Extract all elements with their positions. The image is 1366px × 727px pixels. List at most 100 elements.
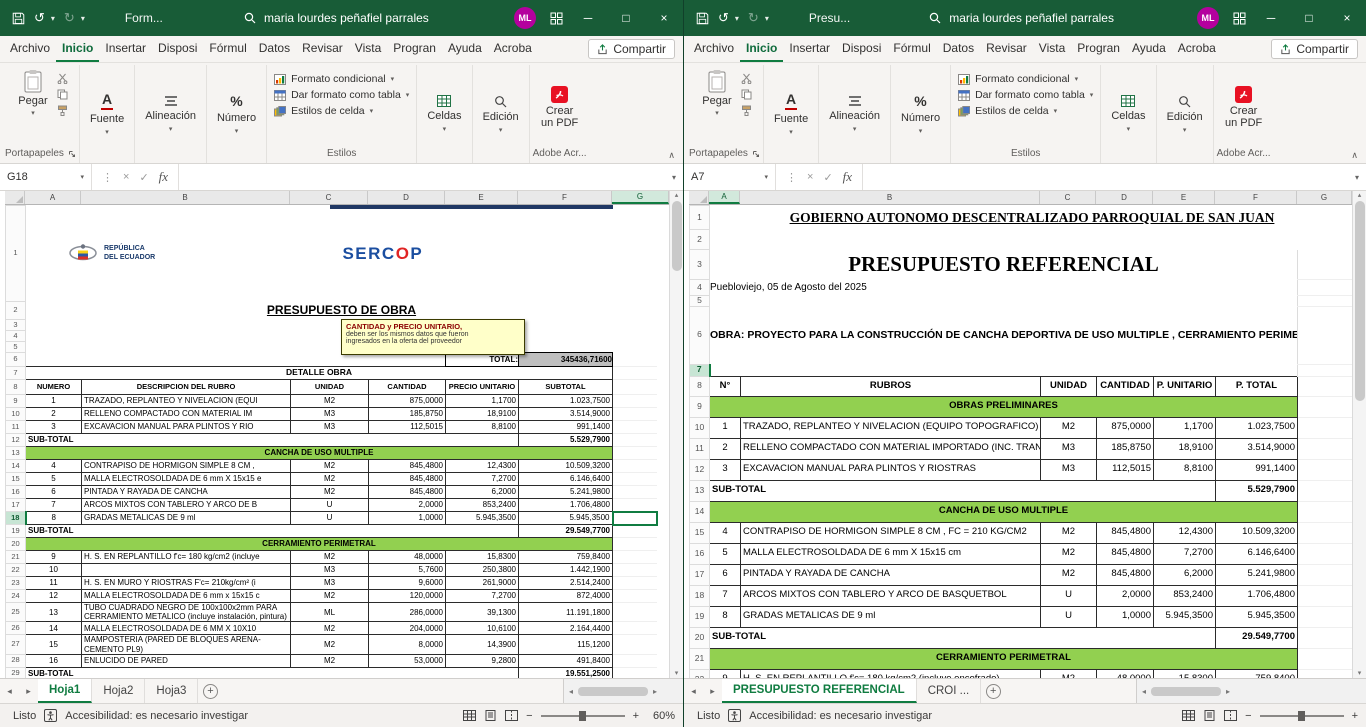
ribbon-tab-disposi[interactable]: Disposi [836, 36, 887, 62]
row-number[interactable]: 6 [6, 353, 26, 367]
cell-styles-button[interactable]: Estilos de celda ▾ [958, 105, 1093, 117]
subtotal-value[interactable]: 19.551,2500 [519, 667, 613, 678]
copy-icon[interactable] [57, 89, 68, 100]
alineacion-button[interactable]: Alineación ▾ [138, 88, 203, 140]
qat-customize-icon[interactable]: ▾ [765, 14, 769, 23]
ribbon-tab-frmul[interactable]: Fórmul [887, 36, 936, 62]
cell-empty[interactable] [1298, 306, 1353, 364]
cell-precio[interactable]: 12,4300 [1154, 522, 1216, 543]
cell-numero[interactable]: 6 [710, 564, 741, 585]
cell-empty[interactable] [1298, 250, 1353, 280]
cell-subtotal[interactable]: 10.509,3200 [1216, 522, 1298, 543]
cell-subtotal[interactable]: 6.146,6400 [519, 473, 613, 486]
formula-bar-expand-icon[interactable]: ▾ [665, 164, 683, 190]
qat-customize-icon[interactable]: ▾ [81, 14, 85, 23]
zoom-slider-thumb[interactable] [1298, 711, 1305, 721]
row-number[interactable]: 17 [6, 499, 26, 512]
cell-numero[interactable]: 9 [710, 669, 741, 678]
scroll-up-icon[interactable]: ▴ [1358, 191, 1362, 199]
select-all-corner[interactable] [689, 191, 709, 204]
maximize-button[interactable]: □ [607, 0, 645, 36]
header-descripcion[interactable]: DESCRIPCION DEL RUBRO [82, 380, 291, 395]
cell-empty[interactable] [1298, 364, 1353, 376]
ribbon-tab-insertar[interactable]: Insertar [783, 36, 836, 62]
cell-subtotal[interactable]: 872,4000 [519, 590, 613, 603]
cell-unidad[interactable]: M2 [291, 460, 369, 473]
cell-subtotal[interactable]: 991,1400 [519, 421, 613, 434]
cell-descripcion[interactable]: GRADAS METALICAS DE 9 ml [82, 512, 291, 525]
cell-subtotal[interactable]: 5.241,9800 [1216, 564, 1298, 585]
cell-numero[interactable]: 13 [26, 603, 82, 622]
ribbon-tab-ayuda[interactable]: Ayuda [442, 36, 488, 62]
cell-descripcion[interactable]: TRAZADO, REPLANTEO Y NIVELACION (EQUIPO … [741, 417, 1041, 438]
section-label[interactable]: CANCHA DE USO MULTIPLE [26, 447, 613, 460]
col-header-g[interactable]: G [612, 191, 669, 204]
row-number[interactable]: 3 [6, 320, 26, 331]
search-box[interactable]: maria lourdes peñafiel parrales [163, 11, 510, 25]
hscroll-thumb[interactable] [1151, 687, 1221, 696]
cell-subtotal[interactable]: 1.442,1900 [519, 564, 613, 577]
cell-unidad[interactable]: M2 [1041, 543, 1097, 564]
subtotal-value[interactable]: 5.529,7900 [1216, 480, 1298, 501]
collapse-ribbon-icon[interactable]: ∧ [1351, 150, 1358, 161]
cell-cantidad[interactable]: 845,4800 [369, 460, 446, 473]
vertical-scrollbar[interactable]: ▴ ▾ [1352, 191, 1366, 678]
col-header-c[interactable]: C [290, 191, 368, 204]
header-unidad[interactable]: UNIDAD [291, 380, 369, 395]
sheet-tab[interactable]: PRESUPUESTO REFERENCIAL [722, 679, 917, 703]
select-all-corner[interactable] [5, 191, 25, 204]
cell-unidad[interactable]: M2 [1041, 669, 1097, 678]
cell-cantidad[interactable]: 112,5015 [369, 421, 446, 434]
page-break-view-icon[interactable] [505, 710, 518, 721]
cell-cantidad[interactable]: 875,0000 [1097, 417, 1154, 438]
ribbon-tab-revisar[interactable]: Revisar [296, 36, 349, 62]
cell-precio[interactable]: 853,2400 [1154, 585, 1216, 606]
cell-empty[interactable] [613, 603, 658, 622]
ribbon-tab-progran[interactable]: Progran [387, 36, 442, 62]
empty-cells[interactable] [710, 230, 1353, 250]
cell-empty[interactable] [613, 434, 658, 447]
cell-empty[interactable] [613, 622, 658, 635]
cell-cantidad[interactable]: 1,0000 [1097, 606, 1154, 627]
cell-precio[interactable]: 1,1700 [446, 395, 519, 408]
cell-empty[interactable] [1298, 396, 1353, 417]
cell-descripcion[interactable]: MALLA ELECTROSOLDADA DE 6 mm X 15x15 e [82, 473, 291, 486]
close-button[interactable]: × [645, 0, 683, 36]
cell-subtotal[interactable]: 991,1400 [1216, 459, 1298, 480]
subtotal-label[interactable]: SUB-TOTAL [710, 480, 1216, 501]
cell-unidad[interactable]: U [291, 499, 369, 512]
zoom-slider-thumb[interactable] [579, 711, 586, 721]
cell-unidad[interactable]: M3 [1041, 459, 1097, 480]
cell-precio[interactable]: 1,1700 [1154, 417, 1216, 438]
row-number[interactable]: 2 [6, 302, 26, 320]
format-as-table-button[interactable]: Dar formato como tabla ▾ [958, 89, 1093, 101]
create-pdf-button[interactable]: Crear un PDF [1218, 83, 1270, 132]
cell-unidad[interactable]: U [1041, 606, 1097, 627]
cell-numero[interactable]: 2 [26, 408, 82, 421]
row-number[interactable]: 9 [690, 396, 710, 417]
row-number[interactable]: 7 [6, 367, 26, 380]
cell-precio[interactable]: 39,1300 [446, 603, 519, 622]
cell-precio[interactable]: 853,2400 [446, 499, 519, 512]
undo-dropdown-icon[interactable]: ▾ [51, 14, 55, 23]
row-number[interactable]: 8 [690, 376, 710, 396]
hscroll-left-icon[interactable]: ◂ [1139, 687, 1149, 696]
cell-precio[interactable]: 7,2700 [1154, 543, 1216, 564]
col-header-b[interactable]: B [740, 191, 1040, 204]
cell-subtotal[interactable]: 10.509,3200 [519, 460, 613, 473]
cell-unidad[interactable]: M3 [291, 577, 369, 590]
dialog-launcher-icon[interactable] [68, 150, 76, 158]
cell-empty[interactable] [1298, 564, 1353, 585]
cell-numero[interactable]: 5 [26, 473, 82, 486]
cell-cantidad[interactable]: 8,0000 [369, 635, 446, 654]
cell-precio[interactable]: 18,9100 [1154, 438, 1216, 459]
cell-cantidad[interactable]: 185,8750 [369, 408, 446, 421]
cell-unidad[interactable]: U [1041, 585, 1097, 606]
ribbon-tab-progran[interactable]: Progran [1071, 36, 1126, 62]
cell-precio[interactable]: 15,8300 [446, 551, 519, 564]
cell-empty[interactable] [613, 635, 658, 654]
cell-descripcion[interactable]: ARCOS MIXTOS CON TABLERO Y ARCO DE B [82, 499, 291, 512]
ribbon-tab-vista[interactable]: Vista [1033, 36, 1071, 62]
cell-unidad[interactable]: M2 [291, 635, 369, 654]
zoom-in-button[interactable]: + [633, 710, 639, 722]
